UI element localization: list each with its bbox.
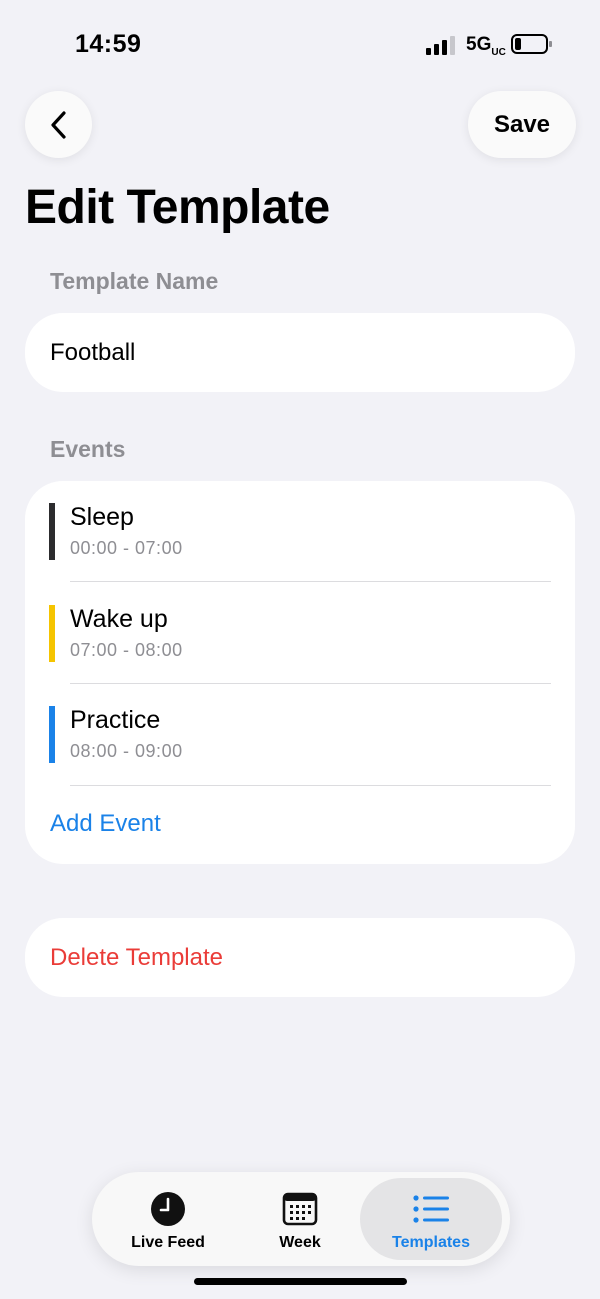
delete-template-button[interactable]: Delete Template: [25, 918, 575, 997]
status-time: 14:59: [75, 30, 142, 58]
chevron-left-icon: [50, 110, 66, 139]
tab-label: Live Feed: [131, 1234, 205, 1251]
save-button[interactable]: Save: [468, 91, 576, 158]
event-color-bar: [49, 605, 55, 662]
events-label: Events: [50, 436, 126, 462]
event-color-bar: [49, 706, 55, 763]
home-indicator: [194, 1278, 407, 1285]
template-name-field[interactable]: Football: [25, 313, 575, 392]
signal-icon: [426, 36, 455, 55]
tab-label: Templates: [392, 1234, 470, 1251]
page-title: Edit Template: [25, 181, 330, 234]
tab-week[interactable]: Week: [230, 1178, 370, 1260]
event-row-wake-up[interactable]: Wake up 07:00 - 08:00: [25, 583, 575, 683]
status-bar: 14:59 5GUC: [0, 0, 600, 90]
event-time: 08:00 - 09:00: [70, 741, 183, 761]
battery-icon: [511, 34, 552, 54]
calendar-icon: [282, 1192, 318, 1226]
event-time: 00:00 - 07:00: [70, 538, 183, 558]
add-event-button[interactable]: Add Event: [50, 810, 161, 838]
list-icon: [413, 1195, 449, 1223]
tab-bar: Live Feed Week Templates: [92, 1172, 510, 1266]
divider: [70, 785, 551, 786]
tab-live-feed[interactable]: Live Feed: [98, 1178, 238, 1260]
clock-icon: [151, 1192, 185, 1226]
event-time: 07:00 - 08:00: [70, 640, 183, 660]
tab-templates[interactable]: Templates: [360, 1178, 502, 1260]
events-card: Sleep 00:00 - 07:00 Wake up 07:00 - 08:0…: [25, 481, 575, 864]
divider: [70, 581, 551, 582]
template-name-label: Template Name: [50, 268, 219, 294]
event-title: Wake up: [70, 605, 168, 633]
event-title: Sleep: [70, 503, 134, 531]
event-title: Practice: [70, 706, 161, 734]
network-label: 5GUC: [466, 34, 506, 58]
back-button[interactable]: [25, 91, 92, 158]
event-color-bar: [49, 503, 55, 560]
event-row-sleep[interactable]: Sleep 00:00 - 07:00: [25, 481, 575, 581]
tab-label: Week: [279, 1234, 321, 1251]
network-suffix: UC: [491, 46, 506, 58]
event-row-practice[interactable]: Practice 08:00 - 09:00: [25, 684, 575, 784]
